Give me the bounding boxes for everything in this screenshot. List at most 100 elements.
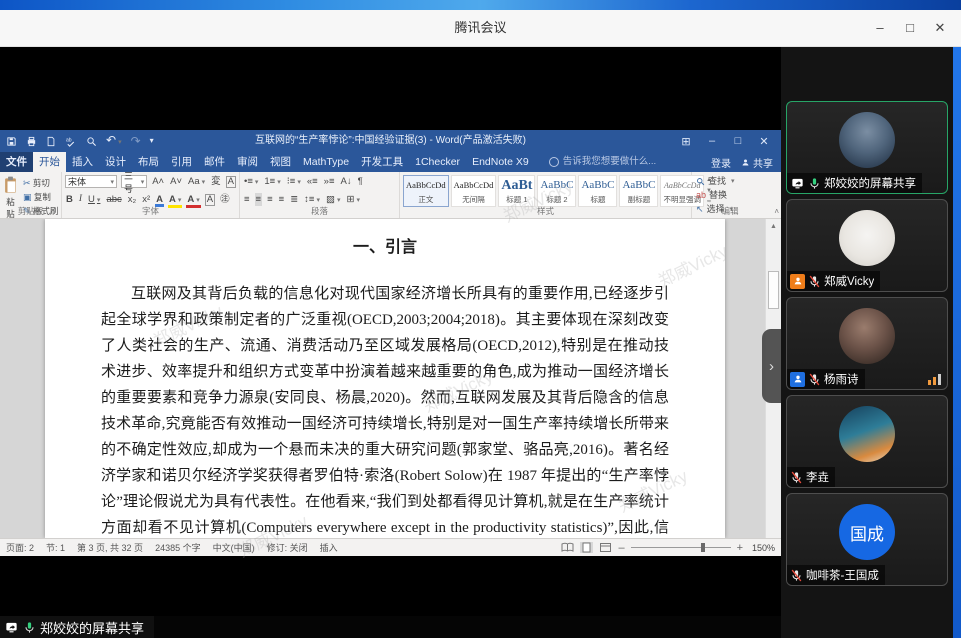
ribbon-tabs: 文件开始插入设计布局引用邮件审阅视图MathType开发工具1CheckerEn… bbox=[0, 152, 535, 172]
ribbon-tab[interactable]: 视图 bbox=[264, 152, 297, 172]
share-button[interactable]: 共享 bbox=[741, 155, 773, 170]
participant-tile[interactable]: 郑威Vicky bbox=[786, 199, 948, 292]
read-mode-icon[interactable] bbox=[561, 542, 574, 553]
zoom-level[interactable]: 150% bbox=[749, 543, 775, 553]
save-icon[interactable] bbox=[6, 136, 17, 147]
zoom-in-button[interactable]: + bbox=[737, 543, 743, 553]
status-segment[interactable]: 修订: 关闭 bbox=[267, 541, 308, 554]
style-preview: AaBbCcDd bbox=[406, 177, 446, 194]
shrink-font-button[interactable]: A˅ bbox=[169, 175, 183, 188]
maximize-button[interactable]: □ bbox=[895, 13, 925, 43]
ribbon-tab[interactable]: 引用 bbox=[165, 152, 198, 172]
decrease-indent-button[interactable]: «≡ bbox=[306, 175, 319, 188]
status-segment[interactable]: 24385 个字 bbox=[155, 541, 201, 554]
microphone-icon bbox=[808, 177, 821, 190]
status-segment[interactable]: 插入 bbox=[320, 541, 338, 554]
web-layout-icon[interactable] bbox=[599, 542, 612, 553]
status-segment[interactable]: 节: 1 bbox=[46, 541, 65, 554]
meeting-main-area: ab ↶▾ ↷ ▾ 互联网的“生产率悖论”:中国经验证据(3) - Word(产… bbox=[0, 47, 961, 638]
ribbon-tab[interactable]: EndNote X9 bbox=[466, 152, 535, 172]
preview-icon[interactable] bbox=[86, 136, 97, 147]
scroll-up-icon[interactable]: ▲ bbox=[766, 219, 781, 234]
multilevel-list-button[interactable]: ⁝≡▾ bbox=[286, 175, 302, 189]
style-name: 正文 bbox=[406, 194, 446, 205]
grow-font-button[interactable]: A˄ bbox=[151, 175, 165, 188]
cut-button[interactable]: ✂ 剪切 bbox=[22, 177, 59, 190]
style-gallery-item[interactable]: AaBbCcDd 正文 bbox=[403, 175, 449, 207]
account-button[interactable]: 登录 bbox=[711, 155, 731, 170]
ribbon-tab[interactable]: 开发工具 bbox=[355, 152, 409, 172]
bullet-list-button[interactable]: •≡▾ bbox=[243, 175, 259, 189]
status-segment[interactable]: 第 3 页, 共 32 页 bbox=[77, 541, 143, 554]
phonetic-guide-button[interactable]: 変 bbox=[210, 175, 222, 188]
style-gallery-item[interactable]: AaBbCcDd 无间隔 bbox=[451, 175, 497, 207]
shading-a-button[interactable]: A bbox=[205, 194, 215, 206]
word-restore-button[interactable]: □ bbox=[725, 135, 751, 147]
meeting-titlebar: 腾讯会议 – □ ✕ bbox=[0, 10, 961, 47]
participant-tile[interactable]: 国成 咖啡茶-王国成 bbox=[786, 493, 948, 586]
document-page[interactable]: 一、引言 互联网及其背后负载的信息化对现代国家经济增长所具有的重要作用,已经逐步… bbox=[45, 219, 725, 538]
microphone-icon bbox=[808, 275, 821, 288]
sort-button[interactable]: A↓ bbox=[339, 175, 352, 188]
numbered-list-button[interactable]: 1≡▾ bbox=[263, 175, 281, 189]
copy-button[interactable]: ▣ 复制 bbox=[22, 191, 59, 204]
editing-group: 查找▾ ab替换 ↖选择▾ 编辑 bbox=[692, 172, 768, 218]
styles-group-label: 样式 bbox=[400, 205, 691, 217]
participant-name: 咖啡茶-王国成 bbox=[806, 567, 879, 583]
character-border-button[interactable]: A bbox=[226, 176, 236, 188]
tell-me-box[interactable]: 告诉我您想要做什么... bbox=[535, 152, 711, 172]
ribbon-tab[interactable]: 邮件 bbox=[198, 152, 231, 172]
style-gallery-item[interactable]: AaBbC 标题 bbox=[578, 175, 617, 207]
participant-tile[interactable]: 李垚 bbox=[786, 395, 948, 488]
microphone-icon bbox=[790, 471, 803, 484]
role-badge-icon bbox=[790, 274, 805, 289]
ribbon-tab[interactable]: 插入 bbox=[66, 152, 99, 172]
window-controls: – □ ✕ bbox=[865, 10, 955, 46]
new-document-icon[interactable] bbox=[46, 136, 56, 147]
participant-avatar bbox=[839, 308, 895, 364]
status-segment[interactable]: 页面: 2 bbox=[6, 541, 34, 554]
participant-avatar bbox=[839, 112, 895, 168]
scrollbar-thumb[interactable] bbox=[768, 271, 779, 309]
word-status-bar: 页面: 2 节: 1 第 3 页, 共 32 页 24385 个字中文(中国) 修订: … bbox=[0, 538, 781, 556]
ribbon-tab[interactable]: 1Checker bbox=[409, 152, 466, 172]
font-size-select[interactable]: 三号▾ bbox=[121, 175, 147, 188]
style-gallery-item[interactable]: AaBbC 副标题 bbox=[619, 175, 658, 207]
styles-group: AaBbCcDd 正文 AaBbCcDd 无间隔 AaBt 标题 1 AaBbC… bbox=[400, 172, 692, 218]
close-button[interactable]: ✕ bbox=[925, 13, 955, 43]
ribbon-tab[interactable]: 审阅 bbox=[231, 152, 264, 172]
sidebar-collapse-handle[interactable]: › bbox=[762, 329, 781, 403]
zoom-out-button[interactable]: – bbox=[618, 543, 624, 553]
status-segment[interactable]: 中文(中国) bbox=[213, 541, 255, 554]
find-button[interactable]: 查找▾ bbox=[695, 175, 765, 188]
microphone-icon bbox=[808, 373, 821, 386]
print-layout-icon[interactable] bbox=[580, 542, 593, 553]
print-icon[interactable] bbox=[26, 136, 37, 147]
scissors-icon: ✂ bbox=[23, 178, 31, 188]
minimize-button[interactable]: – bbox=[865, 13, 895, 43]
style-gallery-item[interactable]: AaBbC 标题 2 bbox=[537, 175, 576, 207]
ribbon-tab[interactable]: 文件 bbox=[0, 152, 33, 172]
collapse-ribbon-icon[interactable]: ˄ bbox=[774, 207, 779, 216]
ribbon-tab[interactable]: MathType bbox=[297, 152, 355, 172]
word-close-button[interactable]: ✕ bbox=[751, 135, 777, 148]
participant-name: 李垚 bbox=[806, 469, 829, 485]
copy-icon: ▣ bbox=[23, 192, 32, 202]
replace-icon: ab bbox=[696, 189, 706, 202]
zoom-slider-thumb[interactable] bbox=[701, 543, 705, 552]
replace-button[interactable]: ab替换 bbox=[695, 189, 765, 202]
word-minimize-button[interactable]: – bbox=[699, 135, 725, 147]
participant-tile[interactable]: 杨雨诗 bbox=[786, 297, 948, 390]
participant-label: 李垚 bbox=[787, 467, 835, 487]
show-marks-button[interactable]: ¶ bbox=[357, 175, 364, 188]
ribbon-tab[interactable]: 开始 bbox=[33, 152, 66, 172]
style-gallery-item[interactable]: AaBt 标题 1 bbox=[498, 175, 535, 207]
spelling-icon[interactable]: ab bbox=[65, 136, 77, 147]
zoom-slider[interactable] bbox=[631, 547, 731, 548]
ribbon-display-options-icon[interactable]: ⊞ bbox=[673, 135, 699, 148]
participant-tile[interactable]: 郑姣姣的屏幕共享 bbox=[786, 101, 948, 194]
magnifier-icon bbox=[696, 177, 705, 186]
change-case-button[interactable]: Aa▾ bbox=[187, 175, 206, 189]
increase-indent-button[interactable]: »≡ bbox=[323, 175, 336, 188]
font-name-select[interactable]: 宋体▾ bbox=[65, 175, 117, 188]
